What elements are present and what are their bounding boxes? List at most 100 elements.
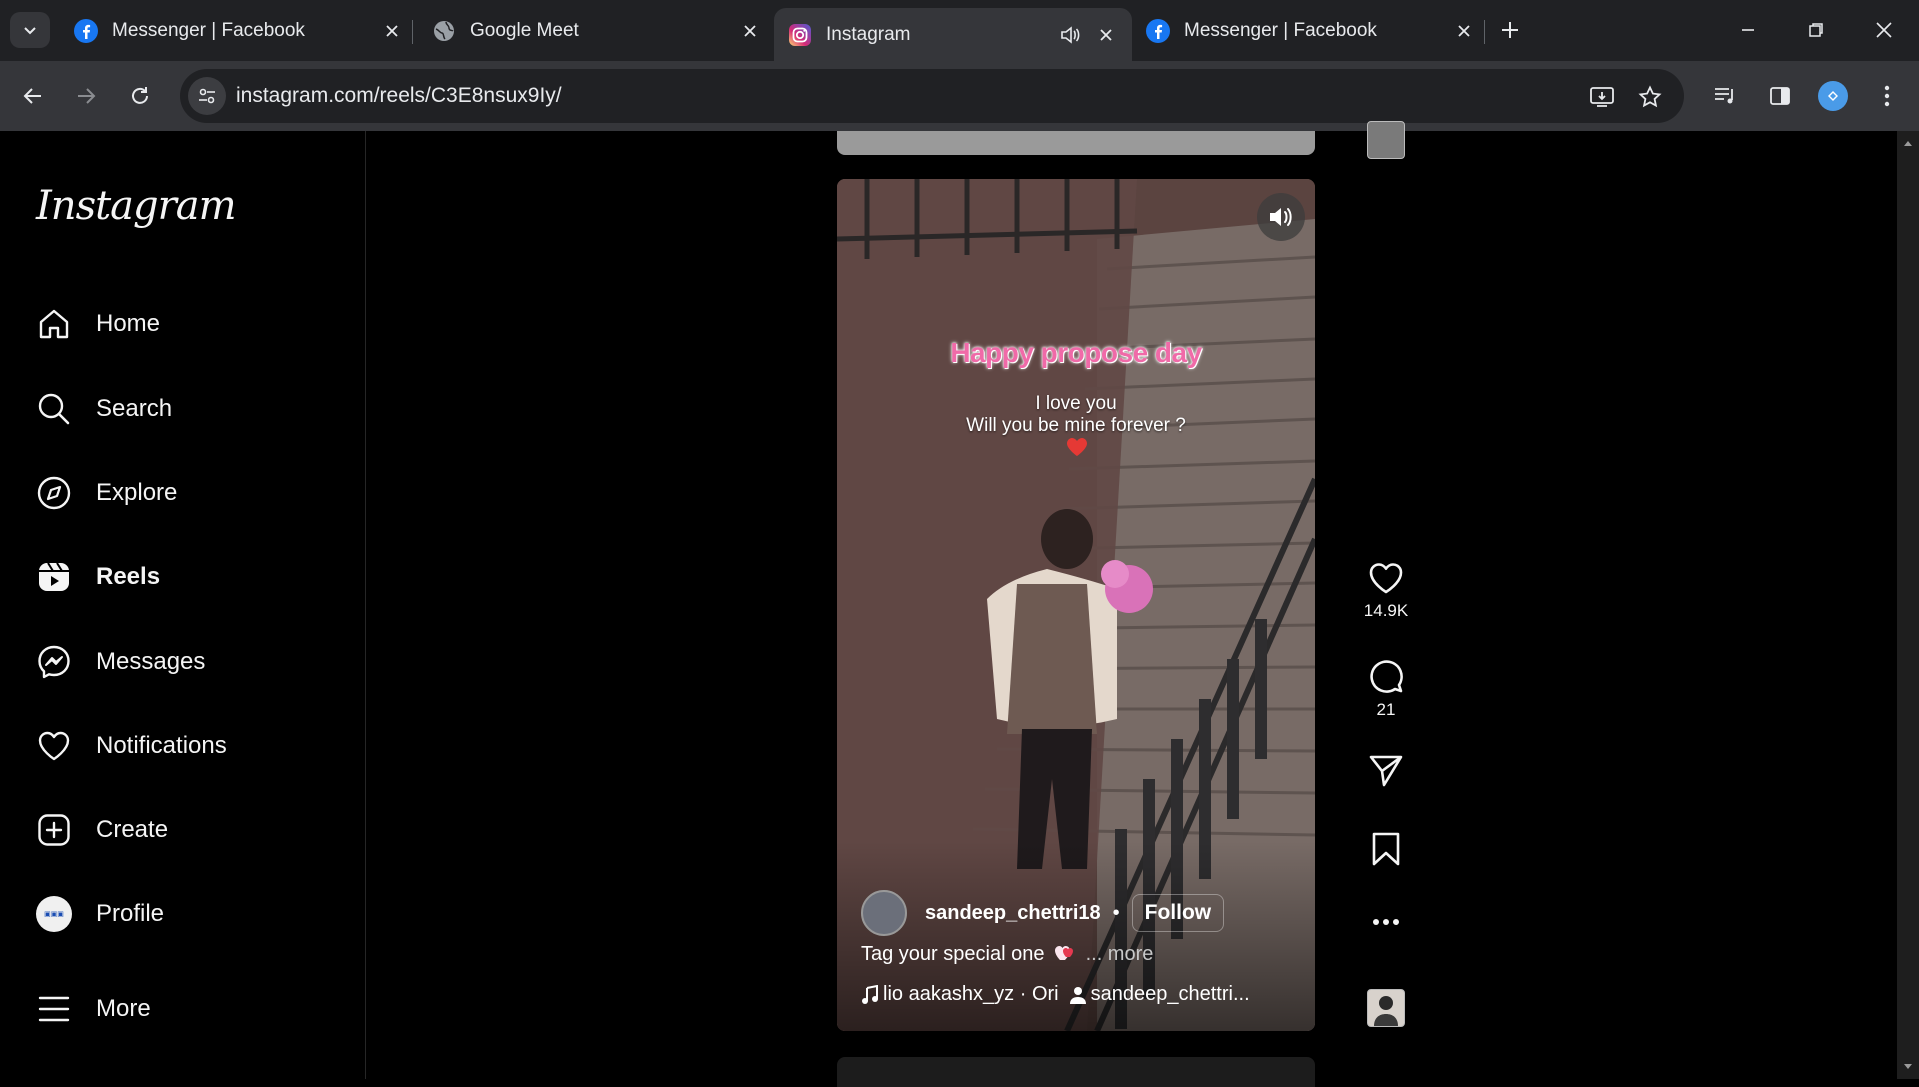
tab-separator: [1484, 20, 1485, 44]
sidebar-item-notifications[interactable]: Notifications: [36, 721, 336, 771]
compass-icon: [37, 476, 71, 510]
sidebar-item-messages[interactable]: Messages: [36, 637, 336, 687]
kebab-menu-icon: [1884, 85, 1890, 107]
reel-overlay-title: Happy propose day: [950, 337, 1202, 368]
author-avatar[interactable]: [861, 890, 907, 936]
previous-audio-thumbnail[interactable]: [1367, 121, 1405, 159]
caption-more-link[interactable]: ... more: [1086, 943, 1154, 965]
audio-cover-icon: [1374, 996, 1398, 1026]
profile-logo-icon: [1828, 91, 1838, 101]
tagged-user[interactable]: sandeep_chettri...: [1091, 983, 1250, 1006]
speaker-icon[interactable]: [1058, 23, 1082, 47]
reel-caption: Tag your special one ... more: [861, 943, 1153, 966]
address-bar[interactable]: instagram.com/reels/C3E8nsux9Iy/: [180, 69, 1684, 123]
instagram-icon: [789, 23, 811, 46]
star-icon: [1638, 85, 1662, 108]
forward-button[interactable]: [67, 77, 105, 115]
sidebar-item-label: Search: [96, 395, 173, 422]
messenger-icon: [38, 645, 70, 679]
chrome-menu-button[interactable]: [1868, 77, 1906, 115]
comment-action[interactable]: 21: [1353, 658, 1419, 720]
chrome-profile-avatar[interactable]: [1818, 81, 1848, 111]
site-info-button[interactable]: [188, 77, 226, 115]
tune-icon: [199, 88, 215, 104]
previous-reel-preview[interactable]: [837, 131, 1315, 155]
reel-overlay-line-1: I love you: [1035, 393, 1117, 414]
install-icon: [1590, 87, 1614, 107]
url-text[interactable]: instagram.com/reels/C3E8nsux9Iy/: [236, 84, 562, 108]
tab-search-button[interactable]: [10, 12, 50, 48]
sidebar-item-home[interactable]: Home: [36, 299, 336, 349]
sidebar-item-label: Explore: [96, 479, 178, 506]
close-tab-icon[interactable]: [1452, 19, 1476, 43]
scroll-up-icon[interactable]: [1902, 137, 1914, 149]
new-tab-button[interactable]: [1494, 14, 1526, 46]
tab-instagram[interactable]: Instagram: [774, 8, 1132, 61]
tab-google-meet[interactable]: Google Meet: [418, 10, 776, 52]
comments-count: 21: [1376, 700, 1396, 719]
red-heart-emoji-icon: [1067, 438, 1087, 456]
like-action[interactable]: 14.9K: [1353, 561, 1419, 621]
close-tab-icon[interactable]: [1094, 23, 1118, 47]
media-queue-icon: [1715, 88, 1733, 104]
browser-toolbar: instagram.com/reels/C3E8nsux9Iy/: [0, 61, 1919, 131]
instagram-logo[interactable]: Instagram: [36, 183, 237, 229]
tab-title: Instagram: [826, 23, 911, 45]
menu-icon: [38, 996, 70, 1022]
reel-video[interactable]: Happy propose day I love you Will you be…: [837, 179, 1315, 1031]
tab-title: Messenger | Facebook: [112, 20, 305, 41]
home-icon: [39, 309, 69, 339]
mute-button[interactable]: [1257, 193, 1305, 241]
sidebar-item-search[interactable]: Search: [36, 384, 336, 434]
follow-button[interactable]: Follow: [1131, 894, 1225, 932]
audio-title[interactable]: lio aakashx_yz · Ori: [883, 983, 1059, 1006]
minimize-button[interactable]: [1728, 14, 1768, 46]
plus-icon: [1502, 22, 1518, 38]
arrow-right-icon: [78, 88, 96, 104]
profile-avatar: ▣▣▣: [36, 896, 72, 932]
instagram-sidebar: Instagram Home Search Explore Reels Mess…: [0, 131, 366, 1079]
media-control-button[interactable]: [1706, 77, 1744, 115]
reload-button[interactable]: [121, 77, 159, 115]
heart-icon: [38, 731, 70, 761]
page-scrollbar[interactable]: [1897, 131, 1919, 1079]
close-window-button[interactable]: [1864, 14, 1904, 46]
next-reel-preview[interactable]: [837, 1057, 1315, 1087]
search-icon: [38, 393, 70, 425]
bookmark-star-button[interactable]: [1634, 81, 1666, 113]
scroll-down-icon[interactable]: [1902, 1061, 1914, 1073]
facebook-icon: [1146, 19, 1170, 43]
audio-thumbnail[interactable]: [1367, 989, 1405, 1027]
sidebar-item-more[interactable]: More: [36, 984, 336, 1034]
author-username[interactable]: sandeep_chettri18: [925, 902, 1101, 925]
side-panel-button[interactable]: [1761, 77, 1799, 115]
tab-messenger-2[interactable]: Messenger | Facebook: [1132, 10, 1490, 52]
sidebar-item-create[interactable]: Create: [36, 805, 336, 855]
reels-feed: Happy propose day I love you Will you be…: [367, 121, 1897, 1087]
sidebar-item-profile[interactable]: ▣▣▣ Profile: [36, 889, 336, 939]
back-button[interactable]: [14, 77, 52, 115]
restore-button[interactable]: [1796, 14, 1836, 46]
tab-title: Google Meet: [470, 20, 579, 41]
sidebar-item-reels[interactable]: Reels: [36, 552, 336, 602]
more-options-action[interactable]: [1353, 918, 1419, 926]
browser-tab-bar: Messenger | Facebook Google Meet Instagr…: [0, 0, 1919, 61]
reel-overlay-line-2: Will you be mine forever ?: [966, 415, 1186, 436]
caption-text: Tag your special one: [861, 943, 1045, 965]
share-action[interactable]: [1353, 754, 1419, 788]
likes-count: 14.9K: [1363, 601, 1409, 620]
reel-audio-row[interactable]: lio aakashx_yz · Ori sandeep_chettri...: [861, 983, 1250, 1006]
hearts-emoji-icon: [1055, 946, 1074, 960]
install-app-button[interactable]: [1586, 81, 1618, 113]
person-icon: [1069, 986, 1086, 1004]
heart-icon: [1369, 563, 1403, 594]
sidebar-item-label: Messages: [96, 648, 206, 675]
close-tab-icon[interactable]: [738, 19, 762, 43]
save-action[interactable]: [1353, 832, 1419, 866]
tab-messenger-1[interactable]: Messenger | Facebook: [60, 10, 418, 52]
sidebar-item-explore[interactable]: Explore: [36, 468, 336, 518]
reel-author-row: sandeep_chettri18 • Follow: [861, 889, 1225, 937]
close-tab-icon[interactable]: [380, 19, 404, 43]
sidebar-item-label: Notifications: [96, 732, 227, 759]
chevron-down-icon: [24, 27, 36, 35]
